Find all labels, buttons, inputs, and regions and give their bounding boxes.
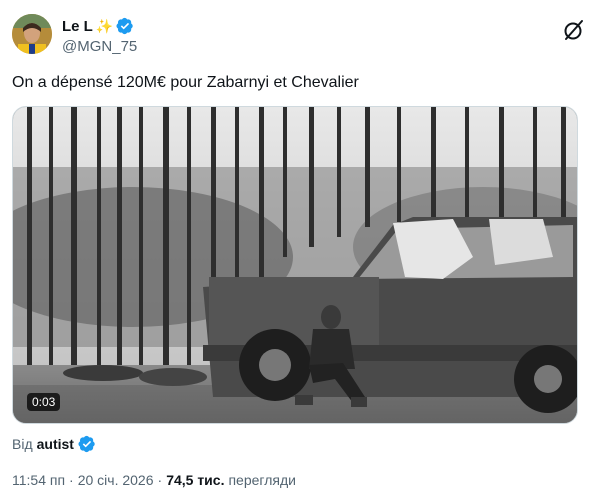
source-name[interactable]: autist [37, 436, 74, 452]
video-player[interactable]: 0:03 [12, 106, 578, 424]
views-count[interactable]: 74,5 тис. [166, 472, 224, 488]
source-attribution: Від autist [12, 434, 96, 454]
avatar-image [12, 14, 52, 54]
tweet-meta: 11:54 пп · 20 січ. 2026 · 74,5 тис. пере… [12, 470, 296, 490]
tweet-date[interactable]: 20 січ. 2026 [78, 472, 154, 488]
source-prefix: Від [12, 436, 33, 452]
avatar[interactable] [12, 14, 52, 54]
tweet-header: Le L ✨ @MGN_75 [12, 14, 594, 58]
video-thumbnail [13, 107, 577, 423]
user-handle[interactable]: @MGN_75 [62, 38, 137, 55]
meta-separator: · [157, 472, 163, 488]
verified-badge-icon [78, 435, 95, 453]
name-row: Le L ✨ [62, 16, 137, 36]
tweet-text: On a dépensé 120M€ pour Zabarnyi et Chev… [12, 74, 359, 91]
tweet-time[interactable]: 11:54 пп [12, 472, 65, 488]
views-label: перегляди [228, 472, 296, 488]
grok-icon[interactable] [562, 18, 586, 42]
video-duration: 0:03 [27, 393, 61, 411]
author-block: Le L ✨ @MGN_75 [62, 16, 137, 56]
sparkle-icon: ✨ [95, 18, 114, 34]
display-name[interactable]: Le L [62, 18, 93, 35]
verified-badge-icon[interactable] [116, 17, 134, 35]
meta-separator: · [69, 472, 74, 488]
